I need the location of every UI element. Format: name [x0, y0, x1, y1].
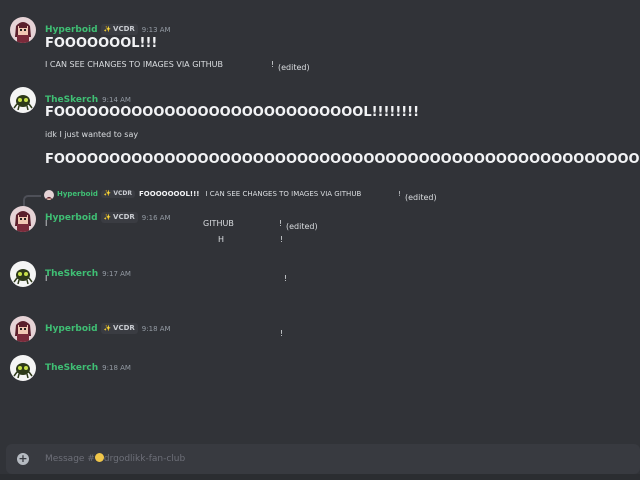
- theskerch-avatar[interactable]: [10, 261, 36, 287]
- placeholder-channel: drgodlikk-fan-club: [103, 454, 186, 464]
- message-big-text: FOOOOOOOOOOOOOOOOOOOOOOOOOOOOL!!!!!!!!: [45, 105, 420, 120]
- message-text: idk I just wanted to say: [45, 130, 139, 139]
- reply-content: I CAN SEE CHANGES TO IMAGES VIA GITHUB: [205, 190, 362, 198]
- timestamp[interactable]: 9:14 AM: [102, 96, 131, 104]
- username[interactable]: Hyperboid: [45, 324, 98, 334]
- username[interactable]: TheSkerch: [45, 363, 98, 373]
- edited-label: (edited): [278, 63, 310, 72]
- theskerch-avatar-art: [13, 95, 33, 111]
- username[interactable]: Hyperboid: [45, 213, 98, 223]
- username[interactable]: TheSkerch: [45, 269, 98, 279]
- username[interactable]: TheSkerch: [45, 95, 98, 105]
- reply-edited-label: (edited): [405, 193, 437, 202]
- message-text-fragment: !: [280, 235, 284, 244]
- wand-icon: ✨: [103, 26, 112, 33]
- message-text-fragment: !: [280, 329, 284, 338]
- timestamp[interactable]: 9:17 AM: [102, 270, 131, 278]
- reply-text-fragment: !: [398, 190, 401, 198]
- edited-label: (edited): [286, 222, 318, 231]
- message-text-fragment: !: [284, 274, 288, 283]
- message-composer[interactable]: + Message # drgodlikk-fan-club: [6, 444, 640, 474]
- hyperboid-avatar-art: [15, 22, 31, 43]
- timestamp[interactable]: 9:18 AM: [142, 325, 171, 333]
- timestamp[interactable]: 9:18 AM: [102, 364, 131, 372]
- reply-preview[interactable]: Hyperboid ✨ VCDR FOOOOOOOL!!! I CAN SEE CHAN…: [0, 187, 640, 207]
- hyperboid-avatar[interactable]: [10, 206, 36, 232]
- placeholder-prefix: Message #: [45, 454, 95, 464]
- bottom-strip: [0, 474, 640, 480]
- theskerch-avatar[interactable]: [10, 87, 36, 113]
- message-big-text: FOOOOOOOL!!!: [45, 36, 158, 51]
- message-text-fragment: GITHUB: [203, 219, 234, 228]
- theskerch-avatar[interactable]: [10, 355, 36, 381]
- wand-icon: ✨: [103, 190, 112, 197]
- wand-icon: ✨: [103, 214, 112, 221]
- message-text-fragment: I: [45, 219, 48, 228]
- server-tag-badge[interactable]: ✨ VCDR: [100, 323, 138, 334]
- message-text-fragment: !: [279, 219, 283, 228]
- message-text-fragment: H: [218, 235, 225, 244]
- server-tag-badge[interactable]: ✨ VCDR: [100, 24, 138, 35]
- message-text: I CAN SEE CHANGES TO IMAGES VIA GITHUB: [45, 60, 223, 69]
- message-input[interactable]: Message # drgodlikk-fan-club: [45, 453, 185, 464]
- wand-icon: ✨: [103, 325, 112, 332]
- reply-username[interactable]: Hyperboid: [57, 190, 98, 198]
- timestamp[interactable]: 9:16 AM: [142, 214, 171, 222]
- message-big-text-2: FOOOOOOOOOOOOOOOOOOOOOOOOOOOOOOOOOOOOOOO…: [45, 152, 640, 167]
- smiley-emoji-icon: [94, 453, 104, 462]
- message-text-fragment: !: [271, 60, 275, 69]
- plus-icon[interactable]: +: [17, 453, 29, 465]
- hyperboid-avatar[interactable]: [10, 316, 36, 342]
- username[interactable]: Hyperboid: [45, 25, 98, 35]
- reply-bold-text: FOOOOOOOL!!!: [139, 190, 200, 198]
- timestamp[interactable]: 9:13 AM: [142, 26, 171, 34]
- server-tag-badge: ✨ VCDR: [100, 190, 136, 198]
- reply-connector: [23, 195, 41, 207]
- server-tag-badge[interactable]: ✨ VCDR: [100, 212, 138, 223]
- hyperboid-avatar[interactable]: [10, 17, 36, 43]
- reply-avatar: [44, 190, 54, 200]
- message-text-fragment: I: [45, 274, 48, 283]
